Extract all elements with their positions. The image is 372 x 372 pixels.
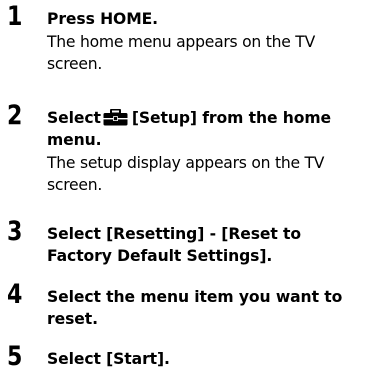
step-instruction: Select the menu item you want to reset. bbox=[47, 288, 343, 328]
step-number: 1 bbox=[7, 1, 23, 32]
step-instruction: Select [Start]. bbox=[47, 350, 170, 368]
step-result: The setup display appears on the TV scre… bbox=[47, 154, 325, 194]
step-instruction: Select [Setup] from the home menu. bbox=[47, 107, 369, 151]
step-instruction: Press HOME. bbox=[47, 10, 158, 28]
step-number: 4 bbox=[7, 279, 23, 310]
step-number: 3 bbox=[7, 216, 23, 247]
step-result: The home menu appears on the TV screen. bbox=[47, 33, 315, 73]
step-instruction-prefix: Select bbox=[47, 109, 101, 127]
step-instruction: Select [Resetting] - [Reset to Factory D… bbox=[47, 225, 302, 265]
step-number: 5 bbox=[7, 341, 23, 372]
toolbox-icon bbox=[103, 109, 128, 126]
step-number: 2 bbox=[7, 100, 23, 131]
